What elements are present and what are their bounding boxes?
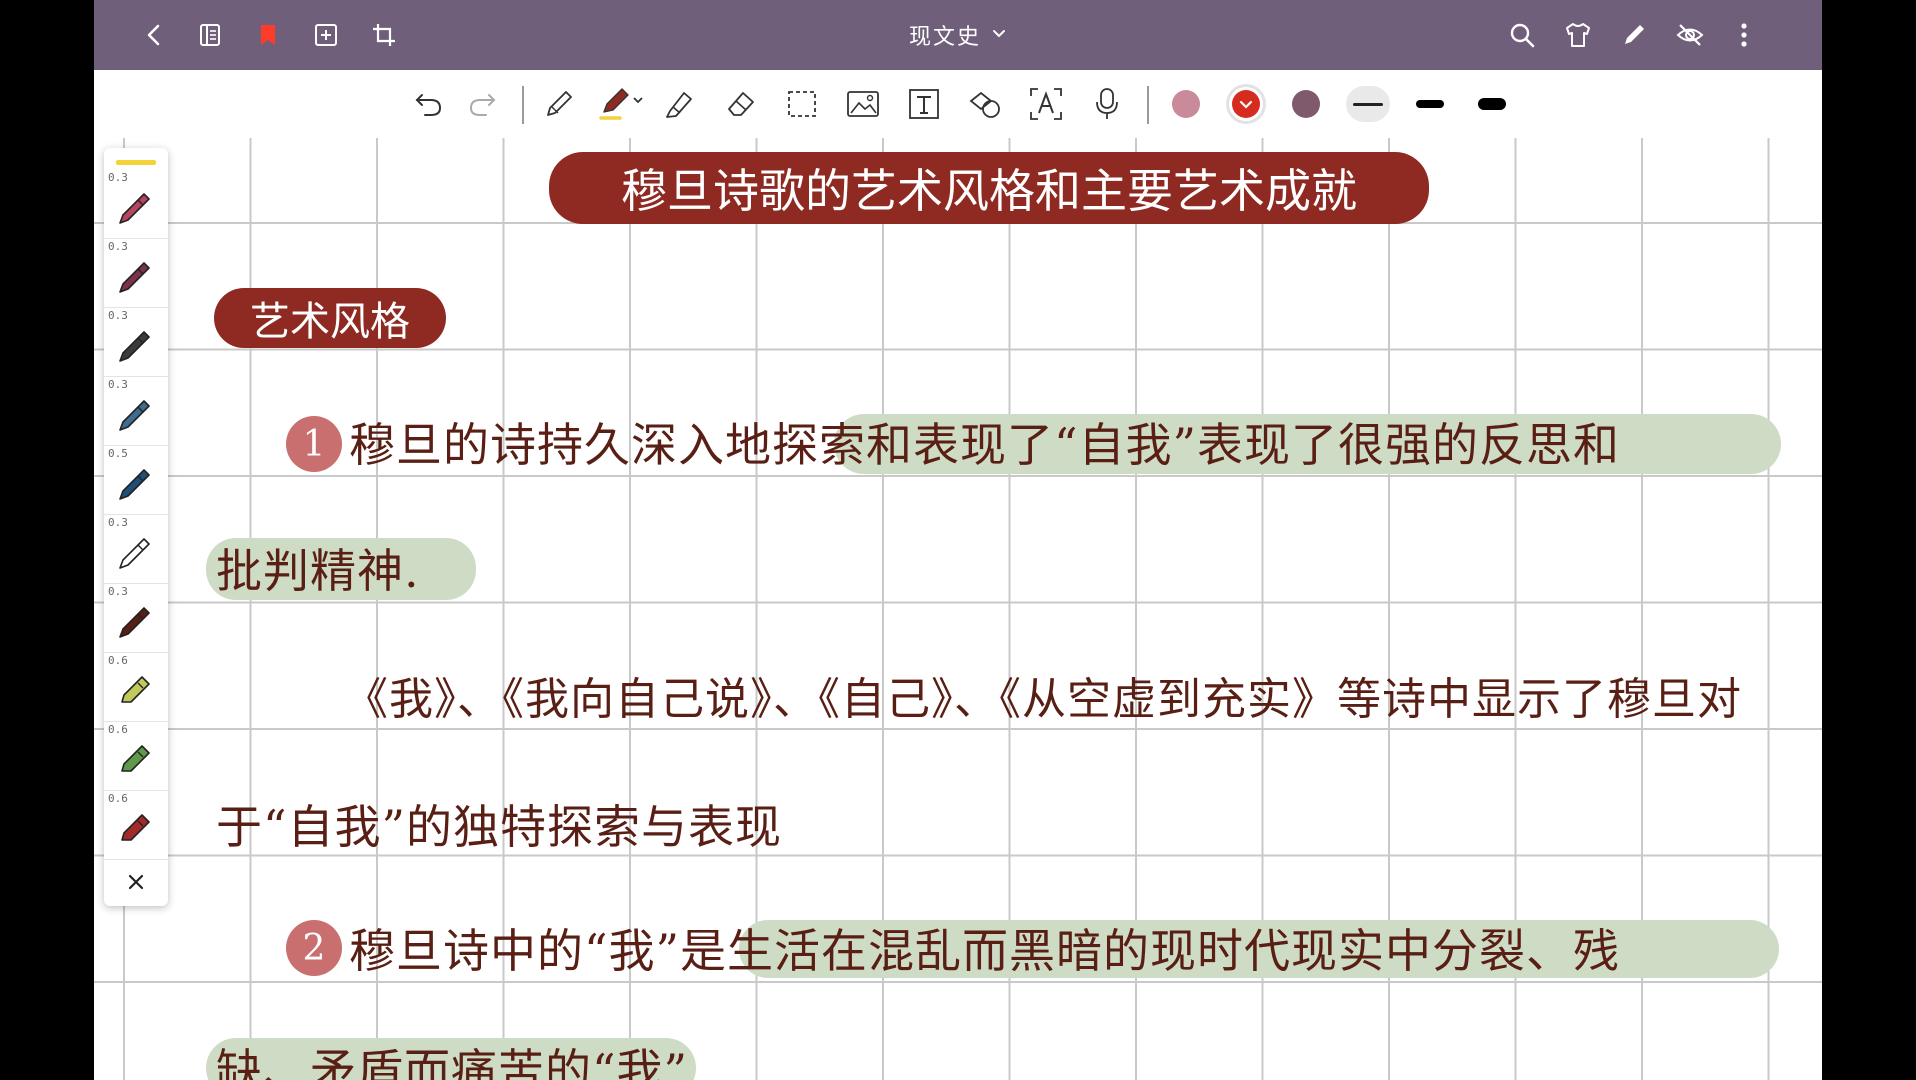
thick-line-icon xyxy=(1478,98,1506,110)
drawing-toolbar xyxy=(94,70,1822,138)
pen-size-label: 0.3 xyxy=(108,240,128,253)
item-number: 1 xyxy=(302,423,326,465)
crop-icon[interactable] xyxy=(364,15,404,55)
note-line: 批判精神. xyxy=(216,544,420,598)
shape-icon[interactable] xyxy=(965,84,1005,124)
note-line: 缺、矛盾而痛苦的“我” xyxy=(216,1044,689,1080)
theme-shirt-icon[interactable] xyxy=(1558,15,1598,55)
pen-size-label: 0.3 xyxy=(108,378,128,391)
pen-size-label: 0.3 xyxy=(108,309,128,322)
add-page-icon[interactable] xyxy=(306,15,346,55)
item-number-badge: 2 xyxy=(286,920,342,976)
bookmark-icon[interactable] xyxy=(248,15,288,55)
document-title: 现文史 xyxy=(908,25,981,50)
pen-icon xyxy=(119,193,150,224)
redo-icon[interactable] xyxy=(462,84,502,124)
text-recognition-icon[interactable] xyxy=(1026,84,1066,124)
section-heading: 艺术风格 xyxy=(214,288,446,348)
pen-icon xyxy=(119,400,150,431)
toolbar-divider xyxy=(522,86,524,124)
pen-favorites-panel: 0.3 0.3 0.3 0.3 0.5 0.3 0.3 0.6 0.6 0.6 xyxy=(104,148,168,906)
pen-size-label: 0.5 xyxy=(108,447,128,460)
toolbar-divider xyxy=(1147,86,1149,124)
color-swatch-mauve[interactable] xyxy=(1292,90,1320,118)
document-title-dropdown[interactable]: 现文史 xyxy=(909,19,1007,51)
color-swatch-red[interactable] xyxy=(1232,90,1260,118)
pen-preset[interactable]: 0.3 xyxy=(104,584,168,653)
pen-preset[interactable]: 0.5 xyxy=(104,446,168,515)
note-line: 穆旦的诗持久深入地探索和表现了“自我”表现了很强的反思和 xyxy=(349,418,1621,472)
pen-size-label: 0.3 xyxy=(108,171,128,184)
highlighter-icon[interactable] xyxy=(659,84,699,124)
pen-preset[interactable]: 0.3 xyxy=(104,308,168,377)
medium-line-icon xyxy=(1416,100,1444,108)
item-number: 2 xyxy=(302,927,326,969)
undo-icon[interactable] xyxy=(409,84,449,124)
more-options-icon[interactable] xyxy=(1724,15,1764,55)
pen-preset[interactable]: 0.3 xyxy=(104,170,168,239)
selected-chevron-icon xyxy=(1239,100,1253,109)
pen-icon[interactable] xyxy=(596,84,652,124)
pen-preset[interactable]: 0.6 xyxy=(104,722,168,791)
close-panel-icon[interactable] xyxy=(104,858,168,906)
hide-eye-icon[interactable] xyxy=(1670,15,1710,55)
pen-size-label: 0.6 xyxy=(108,654,128,667)
pen-icon xyxy=(119,469,150,500)
chevron-down-icon xyxy=(991,25,1007,45)
back-icon[interactable] xyxy=(134,15,174,55)
pen-size-label: 0.6 xyxy=(108,792,128,805)
note-title-text: 穆旦诗歌的艺术风格和主要艺术成就 xyxy=(621,164,1357,218)
pen-size-label: 0.6 xyxy=(108,723,128,736)
note-title: 穆旦诗歌的艺术风格和主要艺术成就 xyxy=(549,152,1429,224)
pen-icon xyxy=(119,538,150,569)
pen-preset[interactable]: 0.6 xyxy=(104,653,168,722)
edit-pencil-icon[interactable] xyxy=(1614,15,1654,55)
search-icon[interactable] xyxy=(1502,15,1542,55)
pen-preset[interactable]: 0.3 xyxy=(104,515,168,584)
note-canvas[interactable]: 穆旦诗歌的艺术风格和主要艺术成就 艺术风格 1 穆旦的诗持久深入地探索和表现了“… xyxy=(94,138,1822,1080)
pen-size-label: 0.3 xyxy=(108,516,128,529)
section-heading-text: 艺术风格 xyxy=(250,299,410,345)
note-line: 《我》、《我向自己说》、《自己》、《从空虚到充实》等诗中显示了穆旦对 xyxy=(344,674,1742,725)
note-line: 穆旦诗中的“我”是生活在混乱而黑暗的现时代现实中分裂、残 xyxy=(349,924,1621,978)
pen-icon xyxy=(119,331,150,362)
pen-icon xyxy=(119,607,150,638)
thin-line-icon xyxy=(1353,102,1383,106)
pencil-icon[interactable] xyxy=(539,84,579,124)
lasso-select-icon[interactable] xyxy=(782,84,822,124)
pen-preset[interactable]: 0.3 xyxy=(104,239,168,308)
thickness-thin[interactable] xyxy=(1346,86,1390,122)
pen-icon xyxy=(119,262,150,293)
pen-preset[interactable]: 0.6 xyxy=(104,791,168,860)
marker-icon xyxy=(121,814,150,841)
pen-preset[interactable]: 0.3 xyxy=(104,377,168,446)
eraser-icon[interactable] xyxy=(721,84,761,124)
image-icon[interactable] xyxy=(843,84,883,124)
notebook-pages-icon[interactable] xyxy=(190,15,230,55)
marker-icon xyxy=(121,676,150,703)
marker-icon xyxy=(121,745,150,772)
thickness-thick[interactable] xyxy=(1470,86,1514,122)
text-icon[interactable] xyxy=(904,84,944,124)
item-number-badge: 1 xyxy=(286,416,342,472)
note-app: 现文史 穆旦诗歌的艺术风格和主要艺术成就 艺术风格 1 穆旦的诗持久深入地探索和… xyxy=(94,0,1822,1080)
pen-size-label: 0.3 xyxy=(108,585,128,598)
microphone-icon[interactable] xyxy=(1087,84,1127,124)
color-swatch-pink[interactable] xyxy=(1172,90,1200,118)
active-color-indicator xyxy=(116,160,156,165)
thickness-medium[interactable] xyxy=(1408,86,1452,122)
top-bar: 现文史 xyxy=(94,0,1822,70)
note-line: 于“自我”的独特探索与表现 xyxy=(216,800,783,854)
